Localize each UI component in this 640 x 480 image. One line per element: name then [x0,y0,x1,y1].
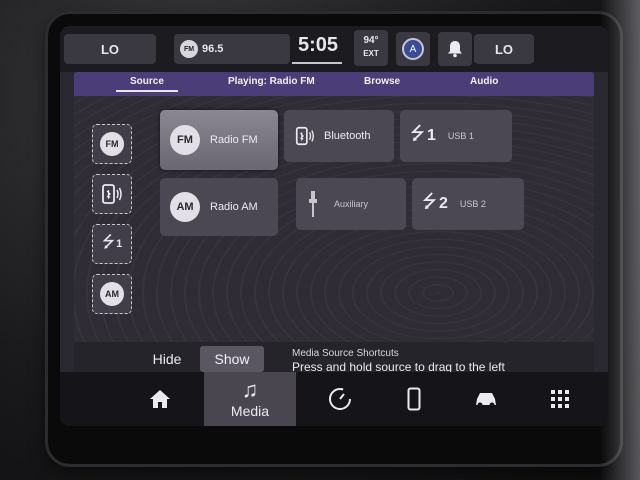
shortcut-usb1[interactable]: ⭍ 1 [92,224,132,264]
source-usb1[interactable]: ⭍ 1 USB 1 [400,110,512,162]
source-usb1-number: 1 [427,127,436,144]
bell-icon [448,41,462,58]
clock-underline [292,62,342,64]
hint-title: Media Source Shortcuts [292,348,399,359]
source-radio-fm-label: Radio FM [210,134,258,146]
source-auxiliary-label: Auxiliary [334,199,369,209]
source-radio-am[interactable]: AM Radio AM [160,178,278,236]
fm-icon: FM [170,125,200,155]
bluetooth-phone-icon [102,184,122,204]
bluetooth-phone-icon [295,126,314,146]
source-radio-fm[interactable]: FM Radio FM [160,110,278,170]
profile-icon: A [402,38,424,60]
nav-media-button[interactable]: ♫ Media [204,372,296,426]
source-panel: FM ⭍ 1 AM FM Radio FM Bluetooth ⭍ 1 USB … [74,96,594,342]
nav-phone-button[interactable] [384,372,444,426]
am-icon: AM [100,282,124,306]
source-auxiliary[interactable]: Auxiliary [296,178,406,230]
right-climate-button[interactable]: LO [474,34,534,64]
outside-temperature: 94° EXT [354,30,388,66]
shortcut-usb1-number: 1 [116,238,123,250]
clock: 5:05 [298,34,339,56]
nav-vehicle-button[interactable] [456,372,516,426]
bottom-nav-bar: ♫ Media [60,372,608,426]
left-climate-button[interactable]: LO [64,34,156,64]
temp-value: 94° [363,35,379,46]
nav-media-label: Media [230,403,270,419]
am-icon: AM [170,192,200,222]
phone-icon [407,387,421,411]
media-tabs: Source Playing: Radio FM Browse Audio [74,72,594,96]
tab-browse[interactable]: Browse [364,76,400,87]
app-grid-icon [551,390,569,408]
shortcut-fm[interactable]: FM [92,124,132,164]
car-icon [476,393,496,408]
hide-button[interactable]: Hide [136,346,198,372]
radio-station-button[interactable]: FM 96.5 [174,34,290,64]
show-button[interactable]: Show [200,346,264,372]
tab-audio[interactable]: Audio [470,76,498,87]
shortcut-bluetooth[interactable] [92,174,132,214]
usb-icon: ⭍ [422,191,437,211]
notifications-button[interactable] [438,32,472,66]
infotainment-screen: LO FM 96.5 5:05 94° EXT A LO Source Play… [60,26,608,426]
fm-icon: FM [100,132,124,156]
radio-station-value: 96.5 [202,43,224,55]
source-usb2-number: 2 [439,195,448,212]
usb-icon: ⭍ [101,233,116,251]
source-radio-am-label: Radio AM [210,201,258,213]
temp-label: EXT [363,49,379,58]
source-bluetooth-label: Bluetooth [324,130,371,142]
source-usb1-label: USB 1 [447,131,474,141]
left-climate-value: LO [100,41,120,57]
shortcut-hint-bar: Hide Show Media Source Shortcuts Press a… [74,342,594,374]
nav-apps-button[interactable] [530,372,590,426]
shortcut-am[interactable]: AM [92,274,132,314]
nav-performance-button[interactable] [310,372,370,426]
right-climate-value: LO [494,41,514,57]
home-icon [150,390,170,408]
aux-plug-icon [309,191,317,217]
fm-icon: FM [180,40,198,58]
tab-source[interactable]: Source [116,76,178,92]
tab-playing[interactable]: Playing: Radio FM [228,76,315,87]
source-usb2-label: USB 2 [459,199,486,209]
gauge-icon [329,388,351,410]
music-note-icon: ♫ [241,377,259,402]
nav-home-button[interactable] [130,372,190,426]
source-bluetooth[interactable]: Bluetooth [284,110,394,162]
usb-icon: ⭍ [410,123,425,143]
source-usb2[interactable]: ⭍ 2 USB 2 [412,178,524,230]
profile-button[interactable]: A [396,32,430,66]
status-bar: LO FM 96.5 5:05 94° EXT A LO [60,26,608,72]
